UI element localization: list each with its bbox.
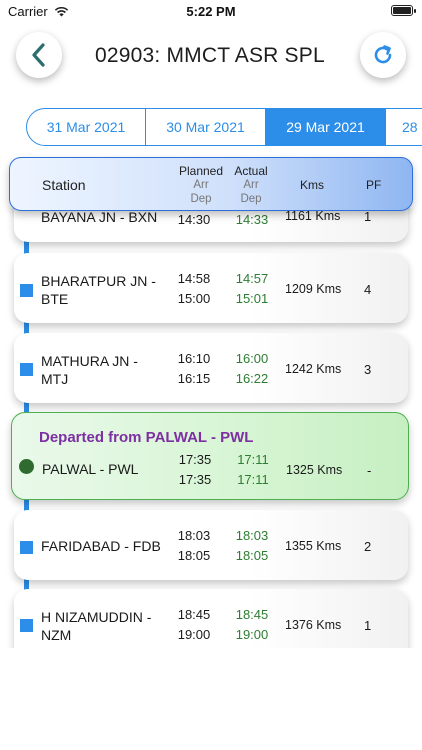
battery-icon: [391, 5, 416, 16]
station-pf: -: [367, 463, 372, 478]
column-pf: PF: [366, 178, 382, 192]
station-row[interactable]: H NIZAMUDDIN - NZM 18:45 19:00 18:45 19:…: [14, 589, 408, 648]
date-tabs: 31 Mar 2021 30 Mar 2021 29 Mar 2021 28: [26, 108, 422, 146]
chevron-left-icon: [32, 43, 45, 67]
planned-arr-time: 17:35: [178, 452, 212, 467]
station-name-line: MTJ: [41, 371, 69, 387]
actual-dep-time: 18:05: [235, 548, 269, 563]
column-planned-label: Planned: [178, 164, 224, 178]
column-station: Station: [42, 177, 86, 193]
planned-dep-time: 18:05: [177, 548, 211, 563]
actual-dep-time: 15:01: [235, 291, 269, 306]
planned-dep-time: 19:00: [177, 627, 211, 642]
station-row[interactable]: FARIDABAD - FDB 18:03 18:05 18:03 18:05 …: [14, 510, 408, 580]
station-name: MATHURA JN - MTJ: [41, 352, 138, 388]
station-kms: 1242 Kms: [285, 362, 342, 376]
station-name-line: BTE: [41, 291, 69, 307]
planned-arr-time: 14:58: [177, 271, 211, 286]
column-arr-label: Arr: [243, 179, 259, 191]
current-location-dot: [19, 459, 34, 474]
actual-dep-time: 17:11: [237, 472, 269, 487]
refresh-button[interactable]: [360, 32, 406, 78]
station-name: BHARATPUR JN - BTE: [41, 272, 156, 308]
station-name: H NIZAMUDDIN - NZM: [41, 608, 151, 644]
station-kms: 1209 Kms: [285, 282, 342, 296]
date-tab-active[interactable]: 29 Mar 2021: [266, 108, 386, 146]
actual-arr-time: 16:00: [235, 351, 269, 366]
column-planned: Planned Arr Dep: [169, 164, 233, 206]
station-name-line: MATHURA JN -: [41, 353, 138, 369]
station-pf: 4: [364, 282, 372, 297]
actual-dep-time: 14:33: [235, 212, 269, 227]
station-row-current[interactable]: Departed from PALWAL - PWL PALWAL - PWL …: [11, 412, 409, 500]
actual-dep-time: 19:00: [235, 627, 269, 642]
station-name: PALWAL - PWL: [42, 461, 139, 477]
planned-dep-time: 17:35: [178, 472, 212, 487]
station-name: FARIDABAD - FDB: [41, 538, 161, 554]
planned-arr-time: 18:03: [177, 528, 211, 543]
station-name-line: H NIZAMUDDIN -: [41, 609, 152, 625]
station-kms: 1355 Kms: [285, 539, 342, 553]
planned-arr-time: 18:45: [177, 607, 211, 622]
column-dep-label: Dep: [190, 193, 212, 205]
station-pf: 2: [364, 539, 372, 554]
departed-status: Departed from PALWAL - PWL: [39, 429, 254, 446]
station-row[interactable]: BHARATPUR JN - BTE 14:58 15:00 14:57 15:…: [14, 253, 408, 323]
actual-arr-time: 17:11: [237, 452, 269, 467]
station-kms: 1161 Kms: [285, 209, 341, 223]
station-kms: 1325 Kms: [286, 463, 343, 477]
column-kms: Kms: [300, 178, 324, 192]
station-row[interactable]: BAYANA JN - BXN 14:30 14:33 1161 Kms 1: [14, 208, 408, 242]
station-marker: [20, 363, 33, 376]
refresh-icon: [374, 45, 392, 64]
station-name-line: NZM: [41, 627, 72, 643]
station-list[interactable]: BAYANA JN - BXN 14:30 14:33 1161 Kms 1 B…: [0, 208, 422, 648]
status-bar: Carrier 5:22 PM: [0, 0, 422, 24]
column-dep-label: Dep: [240, 193, 262, 205]
date-tab[interactable]: 30 Mar 2021: [146, 108, 266, 146]
station-pf: 1: [364, 209, 372, 224]
header: 02903: MMCT ASR SPL: [0, 30, 422, 90]
page-title: 02903: MMCT ASR SPL: [95, 44, 325, 67]
station-kms: 1376 Kms: [285, 618, 342, 632]
station-row[interactable]: MATHURA JN - MTJ 16:10 16:15 16:00 16:22…: [14, 333, 408, 403]
column-arr-label: Arr: [193, 179, 209, 191]
actual-arr-time: 18:03: [235, 528, 269, 543]
planned-dep-time: 15:00: [177, 291, 211, 306]
station-name-line: BHARATPUR JN -: [41, 273, 156, 289]
column-actual-label: Actual: [234, 164, 268, 178]
actual-dep-time: 16:22: [235, 371, 269, 386]
clock: 5:22 PM: [186, 4, 236, 19]
column-header: Station Planned Arr Dep Actual Arr Dep K…: [9, 157, 413, 211]
back-button[interactable]: [16, 32, 62, 78]
date-tab[interactable]: 31 Mar 2021: [26, 108, 146, 146]
date-tab[interactable]: 28: [386, 108, 422, 146]
station-marker: [20, 284, 33, 297]
planned-arr-time: 16:10: [177, 351, 211, 366]
station-pf: 1: [364, 618, 372, 633]
planned-dep-time: 16:15: [177, 371, 211, 386]
column-actual: Actual Arr Dep: [226, 164, 276, 206]
station-pf: 3: [364, 362, 372, 377]
station-marker: [20, 619, 33, 632]
station-marker: [20, 541, 33, 554]
actual-arr-time: 14:57: [235, 271, 269, 286]
planned-dep-time: 14:30: [177, 212, 211, 227]
actual-arr-time: 18:45: [235, 607, 269, 622]
